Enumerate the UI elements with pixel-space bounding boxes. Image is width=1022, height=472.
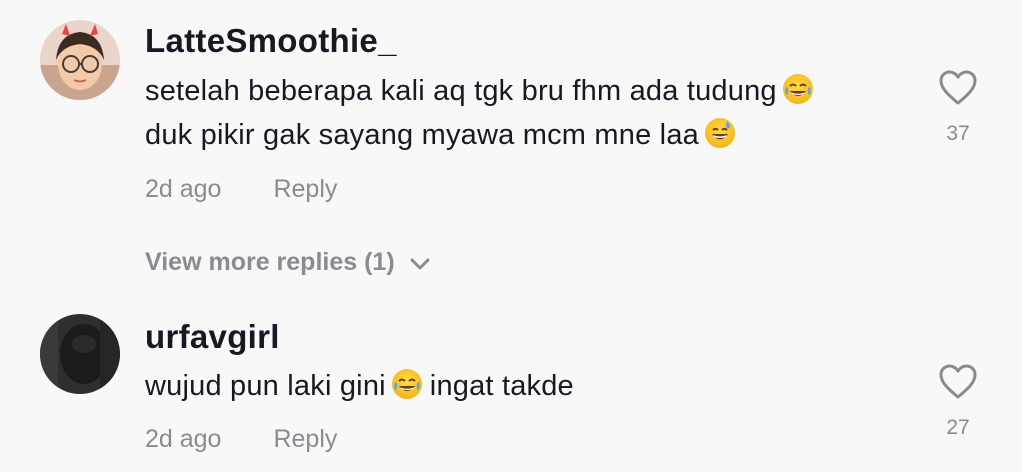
reply-button[interactable]: Reply	[273, 425, 337, 453]
like-count: 37	[946, 122, 970, 145]
face-with-tears-of-joy-icon	[391, 369, 422, 399]
comment-text-line: duk pikir gak sayang myawa mcm mne laa	[145, 118, 735, 152]
like-button[interactable]	[937, 362, 979, 402]
view-more-replies-label: View more replies (1)	[145, 248, 395, 276]
avatar[interactable]	[40, 20, 120, 100]
reply-button[interactable]: Reply	[273, 175, 337, 203]
user-avatar-image	[40, 20, 120, 100]
comment-meta: 2d ago Reply	[145, 425, 337, 454]
heart-icon	[939, 364, 977, 399]
user-avatar-image	[40, 314, 120, 394]
comment-username[interactable]: LatteSmoothie_	[145, 22, 397, 60]
avatar[interactable]	[40, 314, 120, 394]
grinning-face-with-sweat-icon	[704, 118, 735, 148]
comment-text: setelah beberapa kali aq tgk bru fhm ada…	[145, 75, 777, 107]
comment-username[interactable]: urfavgirl	[145, 318, 280, 356]
heart-icon	[939, 70, 977, 105]
comment-item: urfavgirl wujud pun laki gini ingat takd…	[0, 300, 1022, 472]
comment-meta: 2d ago Reply	[145, 175, 337, 204]
comment-timestamp: 2d ago	[145, 175, 222, 203]
like-count: 27	[946, 416, 970, 439]
like-button[interactable]	[937, 68, 979, 108]
comment-text: wujud pun laki gini	[145, 370, 386, 402]
comment-text-line: setelah beberapa kali aq tgk bru fhm ada…	[145, 74, 813, 108]
view-more-replies-button[interactable]: View more replies (1)	[145, 248, 431, 278]
comment-text: duk pikir gak sayang myawa mcm mne laa	[145, 119, 699, 151]
comment-text: ingat takde	[429, 370, 574, 402]
comment-item: LatteSmoothie_ setelah beberapa kali aq …	[0, 0, 1022, 230]
comment-timestamp: 2d ago	[145, 425, 222, 453]
face-with-tears-of-joy-icon	[782, 74, 813, 104]
chevron-down-icon	[409, 249, 431, 278]
comment-text-line: wujud pun laki gini ingat takde	[145, 369, 574, 403]
